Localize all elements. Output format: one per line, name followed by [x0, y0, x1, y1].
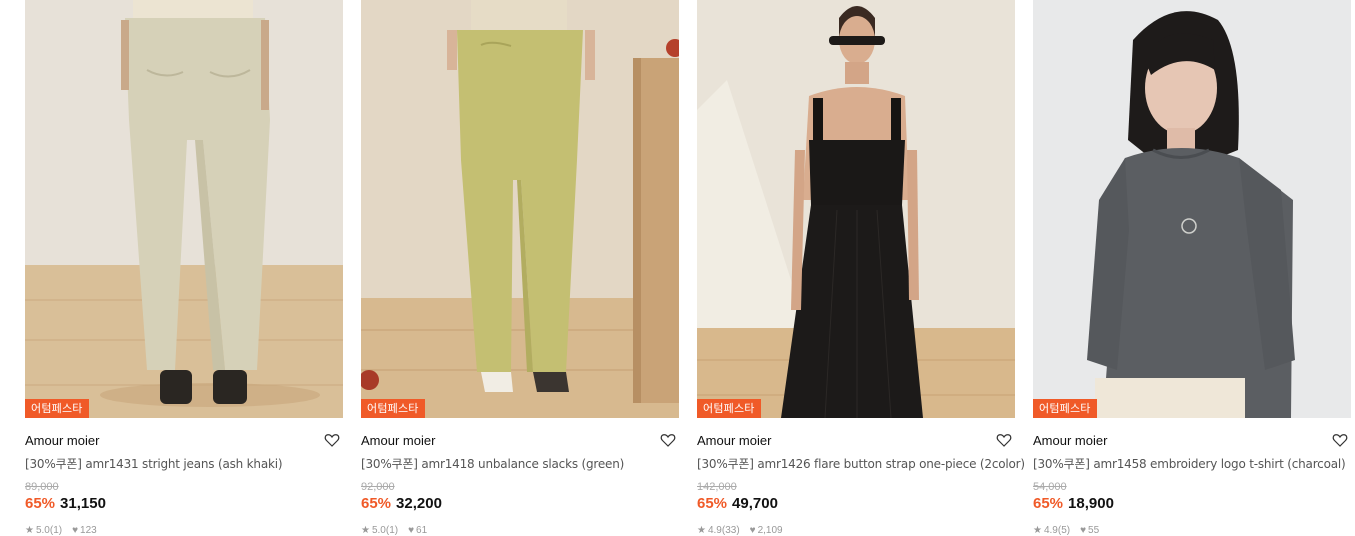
product-meta: ★ 4.9(5) ♥ 55 — [1033, 525, 1351, 536]
sale-price: 18,900 — [1068, 495, 1114, 512]
heart-small-icon: ♥ — [749, 525, 756, 536]
heart-outline-icon[interactable] — [659, 431, 677, 449]
like-count: 61 — [416, 525, 428, 536]
star-icon: ★ — [25, 525, 34, 536]
product-name[interactable]: [30%쿠폰] amr1458 embroidery logo t-shirt … — [1033, 455, 1351, 472]
discount-rate: 65% — [697, 495, 728, 512]
discount-rate: 65% — [1033, 495, 1064, 512]
product-card[interactable]: 어텀페스타 Amour moier [30%쿠폰] amr1418 unbala… — [361, 0, 679, 536]
like-count: 2,109 — [757, 525, 783, 536]
promo-badge: 어텀페스타 — [697, 399, 761, 418]
brand-name[interactable]: Amour moier — [1033, 433, 1107, 448]
product-image[interactable]: 어텀페스타 — [25, 0, 343, 418]
sale-price: 32,200 — [396, 495, 442, 512]
product-meta: ★ 4.9(33) ♥ 2,109 — [697, 525, 1015, 536]
product-meta: ★ 5.0(1) ♥ 123 — [25, 525, 343, 536]
promo-badge: 어텀페스타 — [1033, 399, 1097, 418]
product-grid: 어텀페스타 Amour moier [30%쿠폰] amr1431 strigh… — [25, 0, 1351, 536]
brand-name[interactable]: Amour moier — [697, 433, 771, 448]
product-card[interactable]: 어텀페스타 Amour moier [30%쿠폰] amr1426 flare … — [697, 0, 1025, 536]
product-image[interactable]: 어텀페스타 — [697, 0, 1015, 418]
heart-outline-icon[interactable] — [1331, 431, 1349, 449]
star-icon: ★ — [697, 525, 706, 536]
original-price: 142,000 — [697, 481, 737, 493]
promo-badge: 어텀페스타 — [25, 399, 89, 418]
heart-outline-icon[interactable] — [323, 431, 341, 449]
price-row: 65% 31,150 — [25, 495, 343, 512]
product-name[interactable]: [30%쿠폰] amr1418 unbalance slacks (green) — [361, 455, 679, 472]
heart-small-icon: ♥ — [72, 525, 79, 536]
original-price: 92,000 — [361, 481, 395, 493]
discount-rate: 65% — [361, 495, 392, 512]
promo-badge: 어텀페스타 — [361, 399, 425, 418]
rating: 4.9(5) — [1043, 525, 1071, 536]
like-count: 55 — [1088, 525, 1100, 536]
product-name[interactable]: [30%쿠폰] amr1426 flare button strap one-p… — [697, 455, 1025, 472]
price-row: 65% 18,900 — [1033, 495, 1351, 512]
product-meta: ★ 5.0(1) ♥ 61 — [361, 525, 679, 536]
product-card[interactable]: 어텀페스타 Amour moier [30%쿠폰] amr1431 strigh… — [25, 0, 343, 536]
product-name[interactable]: [30%쿠폰] amr1431 stright jeans (ash khaki… — [25, 455, 343, 472]
heart-small-icon: ♥ — [1080, 525, 1087, 536]
original-price: 54,000 — [1033, 481, 1067, 493]
rating: 5.0(1) — [35, 525, 63, 536]
star-icon: ★ — [1033, 525, 1042, 536]
product-image[interactable]: 어텀페스타 — [1033, 0, 1351, 418]
brand-name[interactable]: Amour moier — [361, 433, 435, 448]
original-price: 89,000 — [25, 481, 59, 493]
sale-price: 31,150 — [60, 495, 106, 512]
rating: 5.0(1) — [371, 525, 399, 536]
product-image[interactable]: 어텀페스타 — [361, 0, 679, 418]
product-card[interactable]: 어텀페스타 Amour moier [30%쿠폰] amr1458 embroi… — [1033, 0, 1351, 536]
sale-price: 49,700 — [732, 495, 778, 512]
heart-outline-icon[interactable] — [995, 431, 1013, 449]
price-row: 65% 49,700 — [697, 495, 1015, 512]
rating: 4.9(33) — [707, 525, 740, 536]
price-row: 65% 32,200 — [361, 495, 679, 512]
star-icon: ★ — [361, 525, 370, 536]
like-count: 123 — [80, 525, 97, 536]
heart-small-icon: ♥ — [408, 525, 415, 536]
brand-name[interactable]: Amour moier — [25, 433, 99, 448]
discount-rate: 65% — [25, 495, 56, 512]
